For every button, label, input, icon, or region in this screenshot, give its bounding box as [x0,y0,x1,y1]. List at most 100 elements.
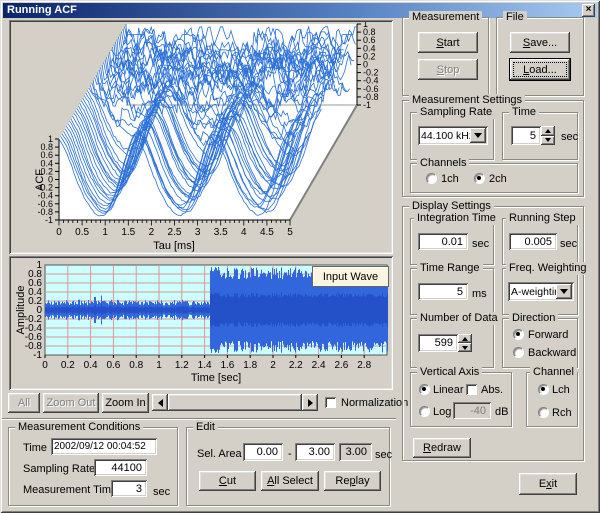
wave-x-tick-label: 2.8 [357,360,371,371]
display-settings-group: Display Settings Integration Time 0.01 s… [402,206,584,461]
wave-x-tick-label: 2.6 [334,360,348,371]
stop-button[interactable]: Stop [418,59,478,80]
time-spinner[interactable] [541,126,555,145]
channel-title: Channel [530,366,577,379]
wave-x-tick-label: 0.8 [129,360,143,371]
freq-weighting-group: Freq. Weighting A-weighting [502,268,578,315]
acf-x-tick-label: 0 [56,227,62,238]
number-of-data-spinner[interactable] [458,334,472,352]
radio-forward[interactable] [513,329,524,340]
redraw-button[interactable]: Redraw [413,438,471,458]
wave-x-tick-label: 0.6 [106,360,120,371]
number-of-data-field[interactable]: 599 [418,334,458,352]
direction-title: Direction [509,312,558,325]
measurement-time-value-field: 3 [111,480,147,497]
zoom-out-button[interactable]: Zoom Out [43,393,99,413]
wave-x-tick-label: 2 [270,360,276,371]
time-range-group: Time Range 5 ms [410,268,494,315]
db-unit: dB [495,406,508,418]
scrollbar-right-arrow-icon[interactable] [302,394,318,411]
sel-area-to-field[interactable]: 3.00 [295,443,335,461]
radio-log[interactable] [419,406,430,417]
input-wave-panel: 10.80.60.40.20-0.2-0.4-0.6-0.8-100.20.40… [9,256,393,390]
sel-area-label: Sel. Area [197,448,242,460]
load-button[interactable]: Load... [510,59,570,80]
abs-label: Abs. [481,384,503,396]
close-icon[interactable]: × [582,4,595,17]
exit-button[interactable]: Exit [519,473,577,495]
wave-x-axis-label: Time [sec] [191,372,241,384]
replay-button[interactable]: Replay [324,471,381,491]
sampling-rate-title: Sampling Rate [417,106,495,119]
time-unit: sec [561,131,578,143]
wave-x-tick-label: 0 [42,360,48,371]
wave-y-tick-label: -1 [33,350,42,361]
radio-lch[interactable] [538,384,549,395]
spin-up-icon[interactable] [458,334,472,343]
acf-y-tick-label: -1 [45,215,53,225]
measurement-conditions-title: Measurement Conditions [15,421,143,434]
running-step-unit: sec [560,238,577,250]
spin-down-icon[interactable] [458,343,472,352]
running-step-title: Running Step [506,212,579,225]
integration-time-unit: sec [472,238,489,250]
time-title: Time [509,106,539,119]
file-title: File [503,11,527,24]
edit-title: Edit [193,421,218,434]
acf-x-tick-label: 2.5 [168,227,182,238]
sel-area-unit: sec [375,449,392,461]
channels-title: Channels [417,157,469,170]
time-range-unit: ms [472,288,487,300]
all-select-button[interactable]: All Select [261,471,319,491]
running-step-field[interactable]: 0.005 [509,233,557,250]
time-spin-field[interactable]: 5 [511,126,541,145]
vertical-axis-title: Vertical Axis [417,366,482,379]
radio-2ch[interactable] [474,173,485,184]
time-range-title: Time Range [417,262,483,275]
sampling-rate-dropdown-icon[interactable] [470,128,486,143]
chevron-down-icon [560,289,568,294]
radio-rch[interactable] [538,407,549,418]
wave-x-tick-label: 1.2 [175,360,189,371]
radio-backward[interactable] [513,347,524,358]
all-button[interactable]: All [8,393,40,413]
save-button[interactable]: Save... [510,32,570,53]
zoom-in-button[interactable]: Zoom In [102,393,149,413]
acf-waterfall-panel: 10.80.60.40.20-0.2-0.4-0.6-0.8-110.80.60… [9,20,393,254]
radio-2ch-label: 2ch [489,173,507,185]
abs-checkbox[interactable] [466,384,477,395]
left-triangle-icon [158,399,163,407]
running-step-group: Running Step 0.005 sec [502,218,578,265]
spin-up-icon[interactable] [541,126,555,136]
acf-waterfall-plot: 10.80.60.40.20-0.2-0.4-0.6-0.8-110.80.60… [11,22,391,252]
measurement-settings-group: Measurement Settings Sampling Rate 44.10… [402,100,584,197]
wave-scrollbar[interactable] [152,394,318,411]
integration-time-field[interactable]: 0.01 [418,233,468,250]
radio-1ch-label: 1ch [441,173,459,185]
freq-weighting-dropdown-icon[interactable] [556,284,572,299]
sel-area-from-field[interactable]: 0.00 [243,443,283,461]
window-title: Running ACF [7,4,77,16]
direction-group: Direction Forward Backward [502,318,578,368]
separator-line [2,418,396,420]
freq-weighting-combo[interactable]: A-weighting [508,282,574,301]
scrollbar-thumb[interactable] [168,394,302,411]
radio-1ch[interactable] [426,173,437,184]
normalization-checkbox[interactable] [325,397,336,408]
scrollbar-left-arrow-icon[interactable] [152,394,168,411]
acf-x-tick-label: 4 [241,227,247,238]
cut-button[interactable]: Cut [199,471,256,491]
integration-time-title: Integration Time [414,212,499,225]
acf-x-tick-label: 5 [287,227,293,238]
time-range-field[interactable]: 5 [418,283,468,300]
sampling-rate-value-field: 44100 [94,459,147,476]
channel-group: Channel Lch Rch [526,372,578,427]
spin-down-icon[interactable] [541,136,555,146]
start-button[interactable]: Start [418,32,478,53]
integration-time-group: Integration Time 0.01 sec [410,218,494,265]
sampling-rate-combo[interactable]: 44.100 kHz [418,126,488,145]
acf-x-tick-label: 4.5 [260,227,274,238]
radio-linear[interactable] [419,384,430,395]
wave-x-tick-label: 1 [156,360,162,371]
freq-weighting-title: Freq. Weighting [506,262,589,275]
